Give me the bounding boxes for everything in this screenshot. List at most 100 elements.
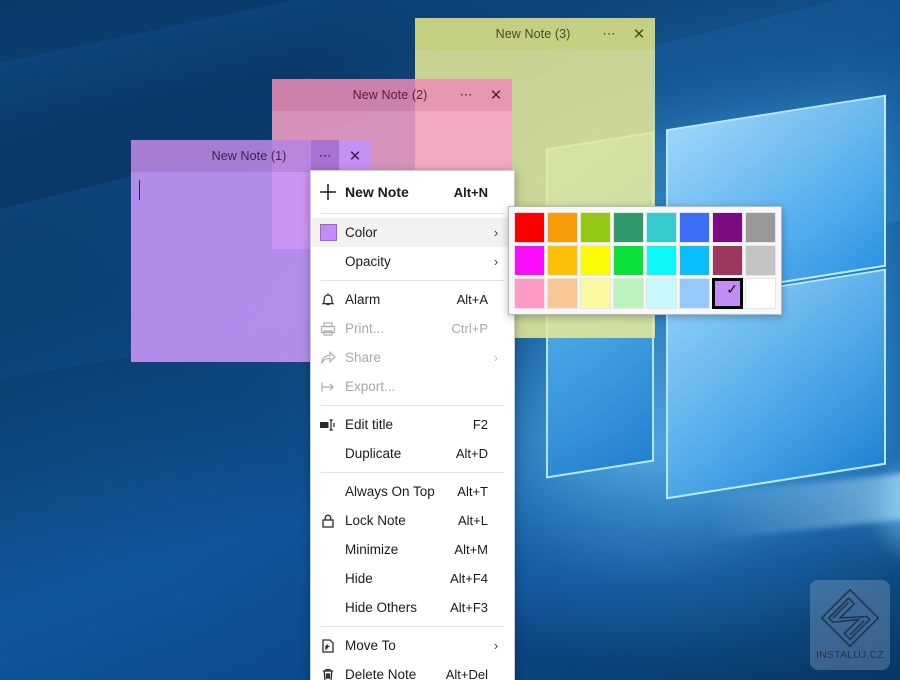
menu-item-icon-slot (311, 477, 345, 506)
menu-item-label: Hide Others (345, 600, 442, 615)
note-title-text: New Note (1) (131, 149, 311, 163)
note-menu-icon[interactable]: ⋯ (595, 18, 623, 50)
desktop-root: New Note (3) ⋯ ✕ New Note (2) ⋯ ✕ New No… (0, 0, 900, 680)
color-swatch[interactable] (679, 278, 710, 309)
menu-item-hide[interactable]: HideAlt+F4 (311, 564, 514, 593)
menu-item-icon-slot (311, 439, 345, 468)
menu-item-share: Share› (311, 343, 514, 372)
color-swatch[interactable] (646, 245, 677, 276)
menu-item-alarm[interactable]: AlarmAlt+A (311, 285, 514, 314)
color-swatch[interactable] (514, 278, 545, 309)
palette-row: ✓ (513, 277, 777, 310)
stacked-sheets-diamond-logo-icon (821, 589, 879, 647)
watermark-label: INSTALUJ.CZ (816, 649, 884, 661)
color-swatch[interactable] (745, 278, 776, 309)
menu-item-delete-note[interactable]: Delete NoteAlt+Del (311, 660, 514, 680)
menu-item-shortcut: Alt+Del (438, 667, 488, 680)
color-swatch[interactable] (547, 212, 578, 243)
color-swatch[interactable] (580, 212, 611, 243)
menu-item-export: Export... (311, 372, 514, 401)
menu-item-label: Delete Note (345, 667, 438, 680)
menu-item-label: New Note (345, 184, 446, 200)
color-swatch-selected[interactable]: ✓ (712, 278, 743, 309)
menu-item-label: Alarm (345, 292, 449, 307)
share-icon (311, 343, 345, 372)
note-title-bar[interactable]: New Note (3) ⋯ ✕ (415, 18, 655, 50)
lock-icon (311, 506, 345, 535)
note-close-icon[interactable]: ✕ (480, 79, 512, 111)
palette-row (513, 211, 777, 244)
bell-icon (311, 285, 345, 314)
color-swatch[interactable] (514, 212, 545, 243)
color-swatch[interactable] (745, 212, 776, 243)
menu-item-icon-slot (311, 535, 345, 564)
menu-item-print: Print...Ctrl+P (311, 314, 514, 343)
note-title-bar[interactable]: New Note (1) ⋯ ✕ (131, 140, 371, 172)
color-palette-flyout[interactable]: ✓ (508, 206, 782, 315)
instaluj-watermark: INSTALUJ.CZ (810, 580, 890, 670)
menu-item-move-to[interactable]: Move To› (311, 631, 514, 660)
menu-item-shortcut: Alt+N (446, 185, 488, 200)
menu-item-hide-others[interactable]: Hide OthersAlt+F3 (311, 593, 514, 622)
color-swatch[interactable] (580, 245, 611, 276)
color-swatch[interactable] (712, 245, 743, 276)
menu-item-label: Duplicate (345, 446, 448, 461)
menu-item-icon-slot (311, 247, 345, 276)
menu-item-label: Lock Note (345, 513, 450, 528)
submenu-chevron-right-icon: › (488, 225, 504, 240)
menu-separator (321, 405, 504, 406)
menu-item-shortcut: Alt+M (446, 542, 488, 557)
submenu-chevron-right-icon: › (488, 254, 504, 269)
menu-item-shortcut: F2 (465, 417, 488, 432)
color-swatch[interactable] (580, 278, 611, 309)
menu-item-label: Print... (345, 321, 444, 336)
color-swatch[interactable] (712, 212, 743, 243)
menu-item-shortcut: Alt+F3 (442, 600, 488, 615)
color-swatch-icon (311, 218, 345, 247)
color-swatch[interactable] (514, 245, 545, 276)
menu-separator (321, 213, 504, 214)
menu-item-shortcut: Alt+F4 (442, 571, 488, 586)
note-close-icon[interactable]: ✕ (623, 18, 655, 50)
color-swatch[interactable] (646, 278, 677, 309)
note-context-menu[interactable]: New NoteAlt+NColor›Opacity›AlarmAlt+APri… (310, 170, 515, 680)
color-preview-swatch (320, 224, 337, 241)
note-menu-icon[interactable]: ⋯ (311, 140, 339, 172)
color-swatch[interactable] (646, 212, 677, 243)
color-swatch[interactable] (547, 278, 578, 309)
menu-item-color[interactable]: Color› (311, 218, 514, 247)
note-close-icon[interactable]: ✕ (339, 140, 371, 172)
menu-separator (321, 472, 504, 473)
palette-row (513, 244, 777, 277)
logo-glow (856, 444, 900, 574)
menu-item-minimize[interactable]: MinimizeAlt+M (311, 535, 514, 564)
edit-title-icon (311, 410, 345, 439)
menu-item-edit-title[interactable]: Edit titleF2 (311, 410, 514, 439)
menu-item-shortcut: Alt+D (448, 446, 488, 461)
color-swatch[interactable] (679, 245, 710, 276)
menu-item-label: Minimize (345, 542, 446, 557)
text-caret (139, 180, 140, 200)
note-menu-icon[interactable]: ⋯ (452, 79, 480, 111)
menu-item-label: Hide (345, 571, 442, 586)
color-swatch[interactable] (679, 212, 710, 243)
color-swatch[interactable] (547, 245, 578, 276)
menu-item-opacity[interactable]: Opacity› (311, 247, 514, 276)
color-swatch[interactable] (613, 278, 644, 309)
menu-item-icon-slot (311, 593, 345, 622)
note-title-text: New Note (3) (415, 27, 595, 41)
color-swatch[interactable] (613, 212, 644, 243)
menu-item-label: Share (345, 350, 480, 365)
menu-separator (321, 626, 504, 627)
color-swatch[interactable] (745, 245, 776, 276)
trash-icon (311, 660, 345, 680)
note-title-text: New Note (2) (272, 88, 452, 102)
menu-item-lock-note[interactable]: Lock NoteAlt+L (311, 506, 514, 535)
submenu-chevron-right-icon: › (488, 638, 504, 653)
color-swatch[interactable] (613, 245, 644, 276)
menu-item-always-on-top[interactable]: Always On TopAlt+T (311, 477, 514, 506)
menu-item-duplicate[interactable]: DuplicateAlt+D (311, 439, 514, 468)
menu-item-new-note[interactable]: New NoteAlt+N (311, 175, 514, 209)
menu-item-icon-slot (311, 564, 345, 593)
note-title-bar[interactable]: New Note (2) ⋯ ✕ (272, 79, 512, 111)
